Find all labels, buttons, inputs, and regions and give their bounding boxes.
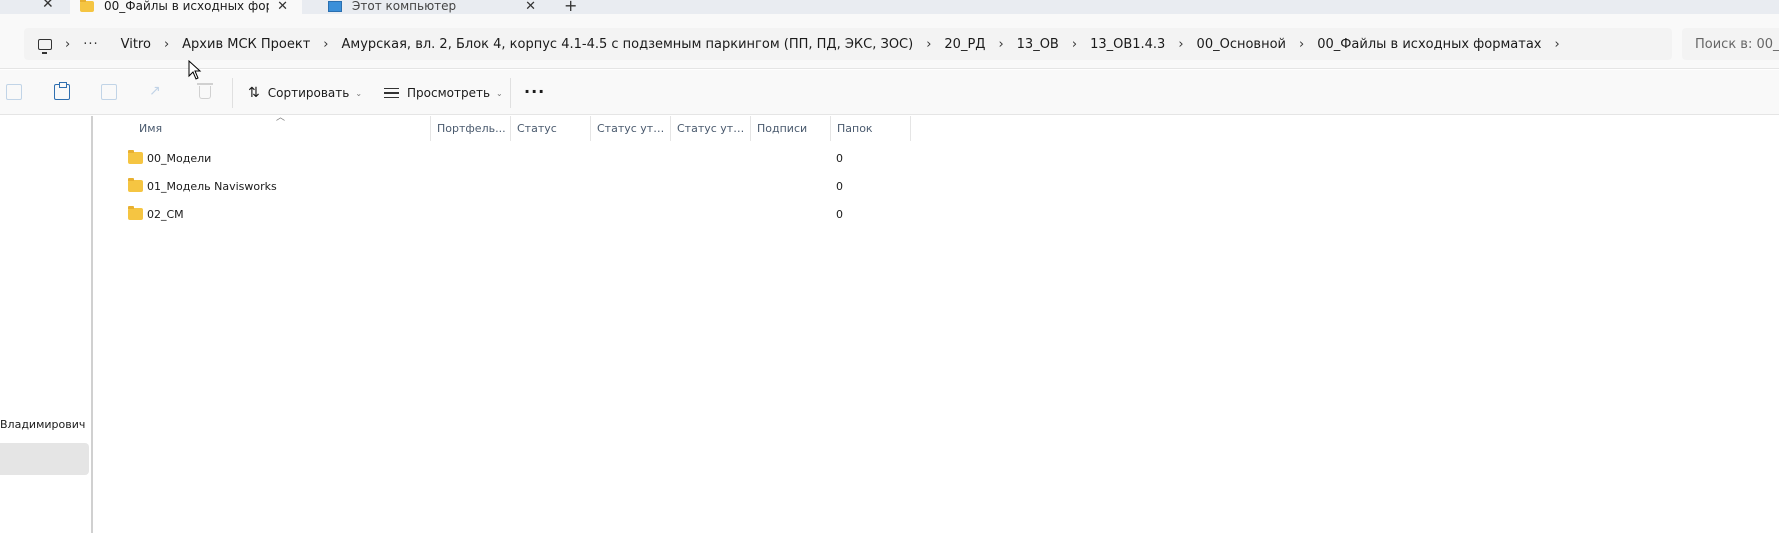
folder-icon xyxy=(80,0,94,12)
tab-this-computer[interactable]: Этот компьютер ✕ xyxy=(318,0,550,14)
close-icon[interactable]: ✕ xyxy=(525,0,536,14)
command-bar: ↗ ⇅ Сортировать ⌄ Просмотреть ⌄ ··· xyxy=(0,70,1779,115)
chevron-right-icon[interactable]: › xyxy=(998,37,1003,52)
chevron-right-icon[interactable]: › xyxy=(926,37,931,52)
list-item[interactable]: 00_Модели 0 xyxy=(102,146,902,170)
column-header-approval-status-1[interactable]: Статус утв... xyxy=(591,116,671,141)
search-input[interactable] xyxy=(1695,36,1779,52)
column-headers: ︿ Имя Портфель... Статус Статус утв... С… xyxy=(102,113,1779,141)
breadcrumb-rd[interactable]: 20_РД xyxy=(944,37,985,52)
pane-splitter[interactable] xyxy=(91,116,93,533)
close-icon[interactable]: ✕ xyxy=(277,0,288,14)
breadcrumb-vitro[interactable]: Vitro xyxy=(121,37,151,52)
sort-button[interactable]: ⇅ Сортировать ⌄ xyxy=(248,78,362,108)
chevron-down-icon: ⌄ xyxy=(496,88,503,98)
tab-strip: ✕ 00_Файлы в исходных форматах ✕ Этот ко… xyxy=(0,0,1779,15)
column-header-folders[interactable]: Папок xyxy=(831,116,911,141)
list-item[interactable]: 01_Модель Navisworks 0 xyxy=(102,174,902,198)
search-box[interactable] xyxy=(1682,28,1779,60)
folder-count: 0 xyxy=(836,151,843,165)
view-button[interactable]: Просмотреть ⌄ xyxy=(384,78,503,108)
toolbar-divider xyxy=(510,78,511,108)
chevron-down-icon: ⌄ xyxy=(355,88,363,98)
list-item[interactable]: 02_СМ 0 xyxy=(102,202,902,226)
chevron-right-icon[interactable]: › xyxy=(1072,37,1077,52)
address-row: › ··· › Vitro › Архив МСК Проект › Амурс… xyxy=(0,14,1779,69)
chevron-right-icon[interactable]: › xyxy=(1299,37,1304,52)
tab-label: 00_Файлы в исходных форматах xyxy=(104,0,269,13)
chevron-right-icon[interactable]: › xyxy=(1178,37,1183,52)
toolbar-divider xyxy=(232,78,233,108)
column-header-signatures[interactable]: Подписи xyxy=(751,116,831,141)
column-header-portfolio[interactable]: Портфель... xyxy=(431,116,511,141)
view-list-icon xyxy=(384,88,399,98)
copy-icon[interactable] xyxy=(6,84,22,100)
share-icon[interactable]: ↗ xyxy=(149,84,165,100)
delete-icon[interactable] xyxy=(197,83,213,99)
folder-icon xyxy=(128,178,143,192)
navigation-pane: Владимирович xyxy=(0,116,92,533)
nav-item-user[interactable]: Владимирович xyxy=(0,418,89,431)
chevron-right-icon[interactable]: › xyxy=(323,37,328,52)
breadcrumb-current[interactable]: 00_Файлы в исходных форматах xyxy=(1317,37,1541,52)
column-header-name[interactable]: Имя xyxy=(133,116,431,141)
nav-item-selected[interactable] xyxy=(0,443,89,475)
sort-icon: ⇅ xyxy=(248,85,260,101)
folder-count: 0 xyxy=(836,207,843,221)
computer-icon[interactable] xyxy=(38,38,52,54)
chevron-right-icon[interactable]: › xyxy=(164,37,169,52)
view-label: Просмотреть xyxy=(407,86,491,100)
tab-label: Этот компьютер xyxy=(352,0,457,13)
folder-count: 0 xyxy=(836,179,843,193)
tab-active-folder[interactable]: 00_Файлы в исходных форматах ✕ xyxy=(70,0,302,14)
breadcrumb-ov143[interactable]: 13_ОВ1.4.3 xyxy=(1090,37,1165,52)
rename-icon[interactable] xyxy=(101,84,117,100)
column-header-approval-status-2[interactable]: Статус утв... xyxy=(671,116,751,141)
mouse-cursor-icon xyxy=(188,60,202,80)
new-tab-button[interactable]: + xyxy=(564,0,577,15)
breadcrumb-project[interactable]: Амурская, вл. 2, Блок 4, корпус 4.1-4.5 … xyxy=(342,37,914,52)
more-options-button[interactable]: ··· xyxy=(524,82,545,101)
folder-icon xyxy=(128,150,143,164)
chevron-right-icon[interactable]: › xyxy=(65,37,70,52)
folder-icon xyxy=(128,206,143,220)
paste-icon[interactable] xyxy=(54,82,70,100)
breadcrumb-overflow[interactable]: ··· xyxy=(83,37,98,52)
previous-tab-close-icon[interactable]: ✕ xyxy=(42,0,54,12)
breadcrumb-ov[interactable]: 13_ОВ xyxy=(1017,37,1059,52)
file-name: 01_Модель Navisworks xyxy=(147,179,277,193)
address-bar[interactable]: › ··· › Vitro › Архив МСК Проект › Амурс… xyxy=(24,28,1672,60)
file-name: 02_СМ xyxy=(147,207,184,221)
chevron-right-icon[interactable]: › xyxy=(1555,37,1560,52)
file-name: 00_Модели xyxy=(147,151,212,165)
breadcrumb-main[interactable]: 00_Основной xyxy=(1197,37,1286,52)
column-header-status[interactable]: Статус xyxy=(511,116,591,141)
breadcrumb-archive[interactable]: Архив МСК Проект xyxy=(182,37,310,52)
sort-label: Сортировать xyxy=(267,86,350,100)
computer-icon xyxy=(328,0,342,12)
